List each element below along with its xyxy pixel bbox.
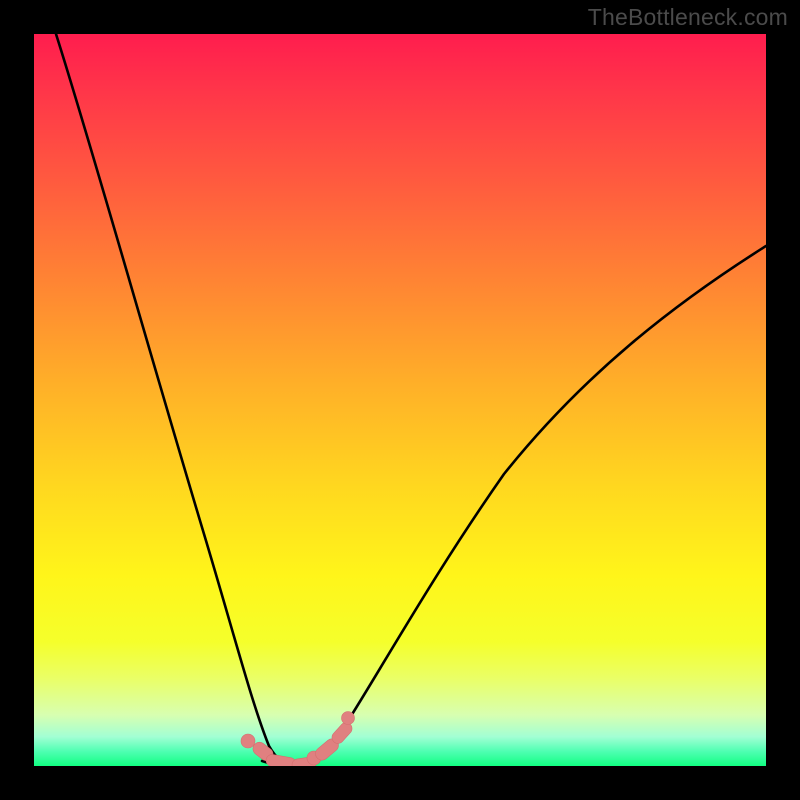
watermark-text: TheBottleneck.com bbox=[588, 6, 788, 29]
chart-frame: TheBottleneck.com bbox=[0, 0, 800, 800]
curve-overlay bbox=[34, 34, 766, 766]
curve-right bbox=[299, 246, 766, 765]
curve-left bbox=[56, 34, 292, 764]
marker-dot bbox=[342, 712, 355, 725]
marker-dot bbox=[241, 734, 255, 748]
